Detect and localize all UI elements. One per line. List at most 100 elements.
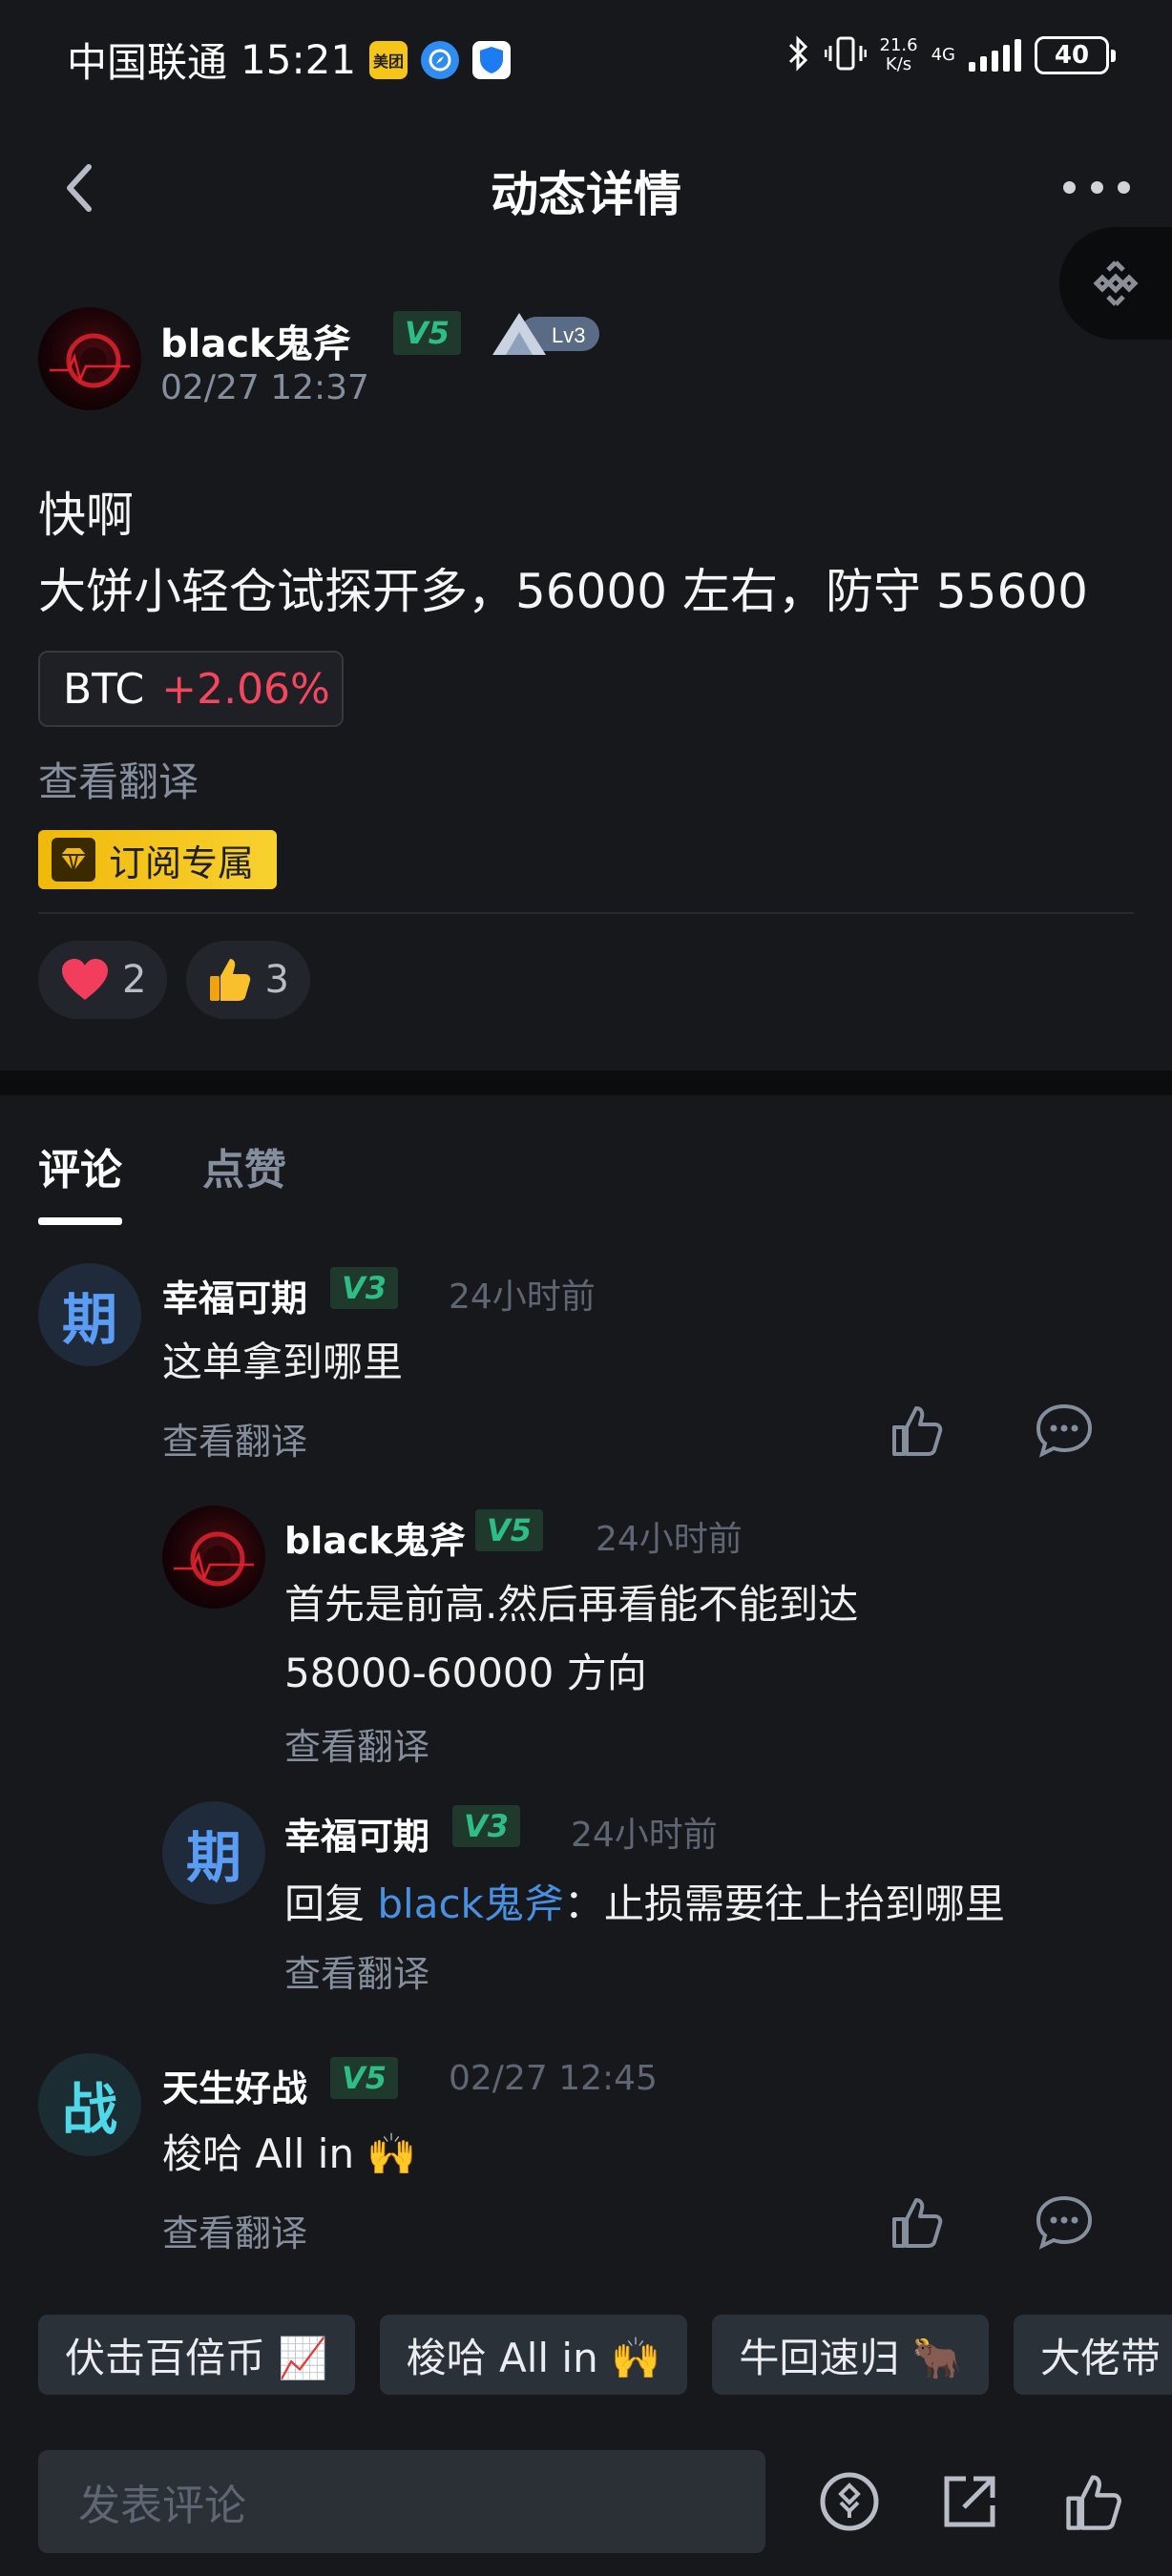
divider (38, 912, 1134, 914)
network-speed: 21.6 K/s (880, 36, 918, 74)
more-dot-icon (1090, 180, 1103, 194)
more-options-button[interactable] (1063, 168, 1130, 206)
more-dot-icon (1063, 180, 1076, 194)
comment-time: 02/27 12:45 (449, 2059, 658, 2098)
reply-body: ：止损需要往上抬到哪里 (563, 1880, 1005, 1927)
thumbs-up-icon (1066, 2475, 1121, 2530)
vip-badge: V3 (452, 1805, 521, 1847)
shield-app-icon (472, 40, 512, 79)
vip-badge-wrap: V5 (330, 2057, 399, 2099)
speed-unit: K/s (885, 54, 912, 74)
reply-mention-link[interactable]: black鬼斧 (377, 1880, 563, 1927)
bluetooth-icon (786, 34, 811, 76)
post-timestamp: 02/27 12:37 (160, 368, 369, 407)
subscription-badge: 订阅专属 (38, 830, 277, 889)
comment-reply-button[interactable] (1031, 1397, 1098, 1464)
tab-likes[interactable]: 点赞 (202, 1135, 286, 1225)
binance-float-button[interactable] (1059, 227, 1172, 340)
quick-reply-bar: 伏击百倍币 📈 梭哈 All in 🙌 牛回速归 🐂 大佬带 (38, 2315, 1172, 2395)
share-button[interactable] (933, 2465, 1006, 2538)
page-title: 动态详情 (491, 167, 681, 222)
carrier-label: 中国联通 (67, 39, 228, 86)
reaction-thumbs-up[interactable]: 3 (186, 941, 310, 1019)
commenter-avatar[interactable]: 期 (38, 1263, 141, 1366)
post-text-line: 快啊 (38, 488, 134, 543)
share-icon (944, 2476, 995, 2527)
coin-tag-btc[interactable]: BTC +2.06% (38, 651, 344, 727)
post-text-line: 大饼小轻仓试探开多，56000 左右，防守 55600 (38, 564, 1088, 619)
vibrate-icon (824, 34, 868, 76)
thumbs-up-emoji-icon (210, 959, 251, 1001)
comment-bubble-icon (1036, 1403, 1093, 1458)
commenter-avatar[interactable]: 战 (38, 2053, 141, 2156)
compass-app-icon (421, 40, 460, 79)
diamond-icon (52, 838, 95, 882)
vip-badge: V5 (475, 1509, 544, 1551)
vip-badge-wrap: V3 (452, 1805, 521, 1847)
comment-text-line: 58000-60000 方向 (284, 1650, 647, 1696)
signal-icon (969, 39, 1021, 72)
reactions-row: 2 3 (38, 941, 310, 1019)
commenter-name[interactable]: 幸福可期 (284, 1807, 429, 1859)
reaction-count: 3 (264, 958, 289, 1002)
more-dot-icon (1118, 180, 1130, 194)
comment-text: 这单拿到哪里 (162, 1339, 404, 1385)
comment-text: 首先是前高.然后再看能不能到达 58000-60000 方向 (284, 1570, 858, 1708)
comment-reply-button[interactable] (1031, 2189, 1098, 2255)
coin-change: +2.06% (161, 664, 330, 714)
binance-logo-icon (1093, 260, 1139, 306)
vip-badge: V5 (330, 2057, 399, 2099)
coin-symbol: BTC (63, 664, 145, 714)
commenter-name[interactable]: black鬼斧 (284, 1511, 466, 1564)
clock: 15:21 (241, 36, 357, 83)
commenter-avatar[interactable]: 期 (162, 1801, 265, 1904)
reply-prefix: 回复 (284, 1880, 366, 1927)
vip-badge: V3 (330, 1267, 399, 1309)
author-avatar[interactable] (38, 307, 141, 410)
level-badge: Lv3 (491, 311, 603, 357)
comment-bubble-icon (1036, 2195, 1093, 2250)
section-separator (0, 1070, 1172, 1095)
view-translation-link[interactable]: 查看翻译 (38, 750, 199, 808)
view-translation-link[interactable]: 查看翻译 (162, 2204, 307, 2256)
quick-reply-chip[interactable]: 伏击百倍币 📈 (38, 2315, 355, 2395)
reaction-count: 2 (122, 958, 147, 1002)
battery-icon: 40 (1035, 36, 1116, 74)
network-type: 4G (931, 45, 955, 65)
heart-icon (62, 959, 108, 1000)
commenter-name[interactable]: 幸福可期 (162, 1269, 307, 1321)
comment-like-button[interactable] (884, 1397, 951, 1464)
view-translation-link[interactable]: 查看翻译 (284, 1944, 429, 1997)
level-label: Lv3 (552, 323, 585, 347)
comment-tabs: 评论 点赞 (38, 1135, 286, 1225)
comment-time: 24小时前 (596, 1520, 743, 1559)
status-bar-left: 中国联通 15:21 美团 (67, 31, 512, 89)
view-translation-link[interactable]: 查看翻译 (162, 1412, 307, 1465)
comment-input[interactable]: 发表评论 (38, 2450, 765, 2553)
status-bar-right: 21.6 K/s 4G 40 (786, 34, 1116, 76)
quick-reply-chip[interactable]: 梭哈 All in 🙌 (379, 2315, 688, 2395)
meituan-app-icon: 美团 (369, 40, 408, 79)
comment-text-line: 首先是前高.然后再看能不能到达 (284, 1581, 859, 1628)
vip-badge-wrap: V5 (475, 1509, 544, 1551)
thumbs-up-icon (892, 1406, 943, 1456)
post-content: 快啊 大饼小轻仓试探开多，56000 左右，防守 55600 (38, 477, 1088, 630)
comment-like-button[interactable] (884, 2189, 951, 2255)
vip-badge: V5 (393, 311, 462, 355)
vip-badge-wrap: V3 (330, 1267, 399, 1309)
thumbs-up-icon (892, 2198, 943, 2248)
tip-button[interactable] (813, 2465, 886, 2538)
author-name[interactable]: black鬼斧 (160, 313, 351, 368)
reply-author-avatar[interactable] (162, 1506, 265, 1609)
status-bar: 中国联通 15:21 美团 21.6 K/s 4G 40 (0, 0, 1172, 114)
speed-value: 21.6 (879, 35, 918, 55)
quick-reply-chip[interactable]: 牛回速归 🐂 (712, 2315, 990, 2395)
comment-time: 24小时前 (449, 1278, 596, 1317)
tab-comments[interactable]: 评论 (38, 1135, 122, 1225)
quick-reply-chip[interactable]: 大佬带 (1014, 2315, 1172, 2395)
view-translation-link[interactable]: 查看翻译 (284, 1717, 429, 1770)
coin-tip-icon (820, 2472, 879, 2531)
reaction-heart[interactable]: 2 (38, 941, 168, 1019)
like-post-button[interactable] (1057, 2465, 1130, 2538)
commenter-name[interactable]: 天生好战 (162, 2059, 307, 2111)
